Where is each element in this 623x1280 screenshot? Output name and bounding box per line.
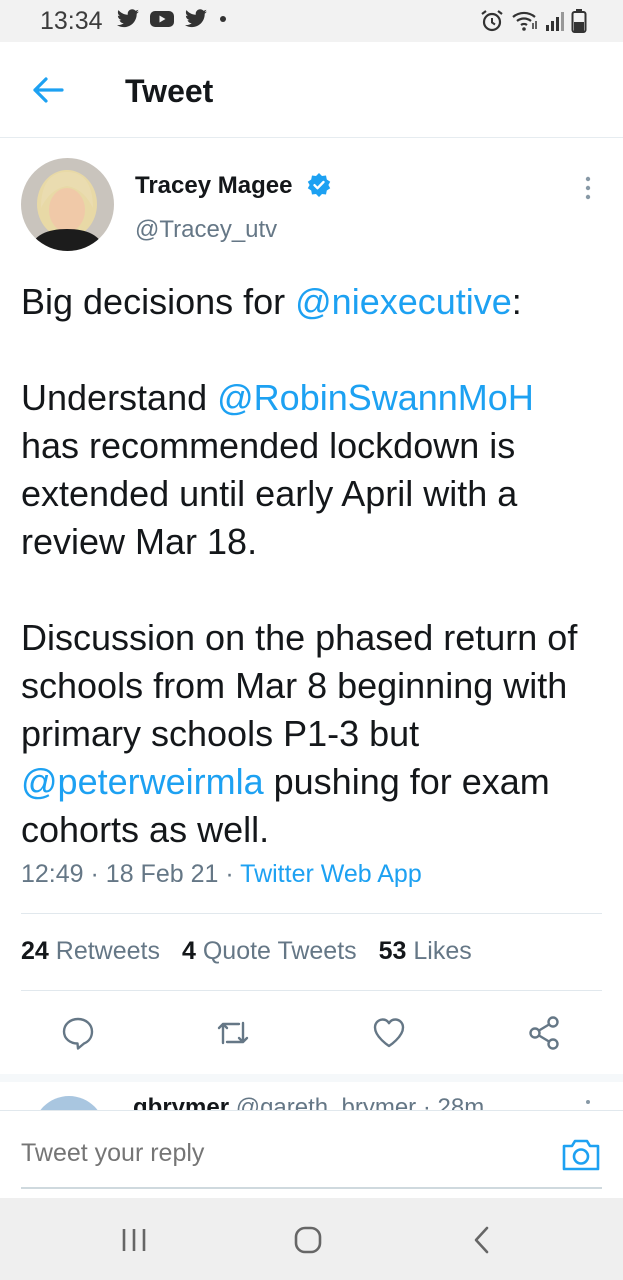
- author-name[interactable]: Tracey Magee: [135, 172, 292, 200]
- back-button[interactable]: [28, 70, 68, 110]
- tweet-meta: 12:49 · 18 Feb 21 · Twitter Web App: [21, 860, 422, 889]
- home-icon: [294, 1226, 322, 1254]
- text-segment: has recommended lockdown is extended unt…: [21, 425, 518, 562]
- quote-tweets-label: Quote Tweets: [202, 937, 357, 965]
- verified-badge-icon: [307, 173, 331, 197]
- reply-author-handle[interactable]: @gareth_brymer: [236, 1094, 416, 1110]
- likes-count: 53: [378, 937, 407, 965]
- page-title: Tweet: [125, 73, 214, 109]
- meta-separator: ·: [225, 860, 234, 888]
- more-options-icon[interactable]: [580, 1098, 596, 1110]
- reply-composer: [0, 1110, 623, 1198]
- author-handle[interactable]: @Tracey_utv: [135, 216, 277, 244]
- status-time: 13:34: [40, 7, 103, 35]
- tweet-time: 12:49: [21, 860, 84, 888]
- like-button[interactable]: [361, 1005, 417, 1061]
- system-nav-bar: [0, 1198, 623, 1280]
- likes-label: Likes: [413, 937, 472, 965]
- reply-input[interactable]: [21, 1139, 541, 1168]
- alarm-icon: [481, 10, 503, 32]
- share-icon: [529, 1016, 559, 1050]
- text-segment: Big decisions for: [21, 281, 296, 322]
- twitter-icon: [185, 9, 207, 28]
- divider: [21, 990, 602, 991]
- battery-icon: [571, 9, 587, 33]
- retweets-label: Retweets: [55, 937, 160, 965]
- share-button[interactable]: [516, 1005, 572, 1061]
- retweet-button[interactable]: [205, 1005, 261, 1061]
- author-avatar[interactable]: [21, 158, 114, 251]
- reply-author-name[interactable]: gbrymer: [133, 1094, 229, 1110]
- quote-tweets-stat[interactable]: 4 Quote Tweets: [182, 937, 357, 966]
- notification-icons: [116, 9, 229, 29]
- youtube-icon: [150, 11, 174, 27]
- tweet-stats: 24 Retweets 4 Quote Tweets 53 Likes: [21, 937, 472, 966]
- text-segment: :: [511, 281, 522, 322]
- camera-icon[interactable]: [560, 1135, 602, 1175]
- reply-button[interactable]: [50, 1005, 106, 1061]
- meta-separator: ·: [422, 1094, 431, 1110]
- retweet-icon: [217, 1021, 249, 1045]
- dot-icon: [220, 16, 226, 22]
- likes-stat[interactable]: 53 Likes: [379, 937, 472, 966]
- divider: [21, 913, 602, 914]
- meta-separator: ·: [90, 860, 99, 888]
- signal-icon: [546, 12, 564, 31]
- mention-link[interactable]: @peterweirmla: [21, 761, 264, 802]
- arrow-left-icon: [33, 77, 64, 103]
- app-header: Tweet: [0, 42, 623, 138]
- more-options-icon[interactable]: [574, 174, 602, 202]
- system-icons: [479, 8, 587, 34]
- retweets-stat[interactable]: 24 Retweets: [21, 937, 160, 966]
- retweets-count: 24: [21, 937, 49, 965]
- tweet-source-link[interactable]: Twitter Web App: [240, 860, 422, 888]
- text-segment: Discussion on the phased return of schoo…: [21, 617, 578, 754]
- reply-age: 28m: [437, 1094, 485, 1110]
- reply-preview[interactable]: gbrymer @gareth_brymer · 28m: [0, 1074, 623, 1110]
- tweet-paragraph-2: Understand @RobinSwannMoH has recommended…: [21, 374, 611, 566]
- twitter-icon: [117, 9, 139, 28]
- tweet-paragraph-3: Discussion on the phased return of schoo…: [21, 614, 611, 854]
- mention-link[interactable]: @niexecutive: [295, 281, 512, 322]
- home-button[interactable]: [288, 1222, 328, 1258]
- reply-header: gbrymer @gareth_brymer · 28m: [133, 1094, 484, 1110]
- heart-icon: [373, 1018, 405, 1048]
- quote-tweets-count: 4: [181, 937, 196, 965]
- status-bar: 13:34: [0, 0, 623, 42]
- chevron-left-icon: [474, 1226, 489, 1254]
- mention-link[interactable]: @RobinSwannMoH: [217, 377, 534, 418]
- back-nav-button[interactable]: [462, 1222, 502, 1258]
- tweet-actions: [0, 1005, 623, 1061]
- tweet-text: Big decisions for @niexecutive: Understa…: [21, 278, 611, 854]
- text-segment: Understand: [21, 377, 218, 418]
- reply-avatar[interactable]: [33, 1096, 105, 1110]
- tweet-date: 18 Feb 21: [105, 860, 219, 888]
- recent-apps-icon: [122, 1229, 146, 1251]
- recent-apps-button[interactable]: [114, 1222, 154, 1258]
- wifi-icon: [512, 11, 537, 31]
- reply-icon: [62, 1017, 94, 1050]
- tweet-paragraph-1: Big decisions for @niexecutive:: [21, 278, 611, 326]
- composer-underline: [21, 1187, 602, 1189]
